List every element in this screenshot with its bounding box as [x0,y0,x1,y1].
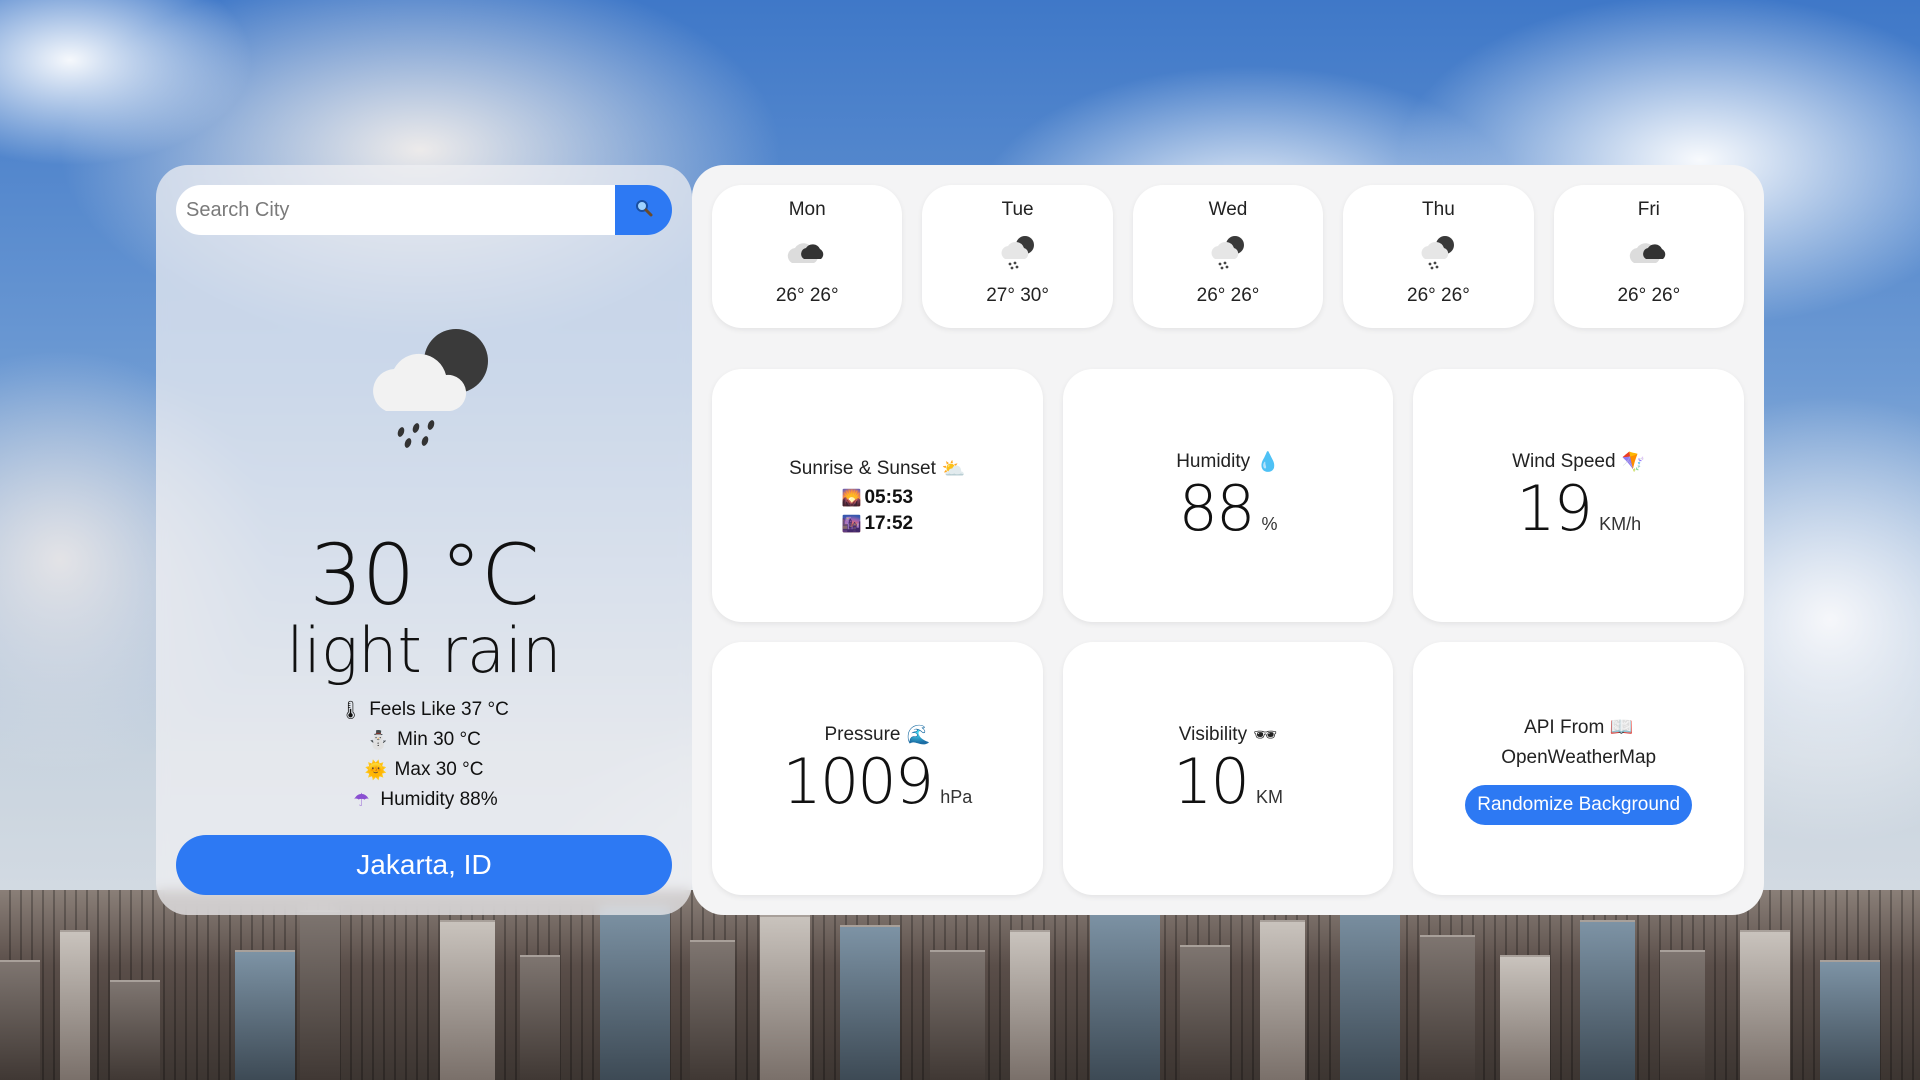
stat-title-text: Wind Speed [1512,450,1616,472]
visibility-card: Visibility 🕶 10 KM [1062,642,1394,895]
forecast-temps: 26° 26° [1196,285,1260,306]
humidity-text: Humidity 88% [380,789,498,810]
stat-title: Sunrise & Sunset ⛅ [789,457,965,481]
city-skyline [0,890,1920,1080]
forecast-card-tue: Tue 27° 30° [922,185,1113,328]
snowman-icon: ⛄ [367,729,390,750]
umbrella-icon: ☂ [353,789,370,810]
visibility-value: 10 [1173,744,1250,818]
search-bar [176,185,672,235]
forecast-card-thu: Thu 26° 26° [1343,185,1534,328]
forecast-card-mon: Mon 26° 26° [712,185,903,328]
api-from-text: API From [1524,716,1605,738]
api-credit-card: API From 📖 OpenWeatherMap Randomize Back… [1413,642,1744,895]
stats-grid: Sunrise & Sunset ⛅ 🌄 05:53 🌆 17:52 Humid… [712,369,1744,895]
sun-behind-cloud-icon: ⛅ [941,458,966,480]
forecast-temps: 27° 30° [986,285,1049,306]
weather-details-list: 🌡 Feels Like 37 °C ⛄ Min 30 °C 🌞 Max 30 … [156,698,692,812]
search-button[interactable] [615,185,672,235]
broken-clouds-icon [782,227,832,277]
stat-title: Wind Speed 🪁 [1512,450,1645,474]
humidity-card: Humidity 💧 88 % [1062,369,1394,622]
rain-night-icon [1203,227,1253,277]
droplet-icon: 💧 [1256,451,1280,473]
stat-value-row: 10 KM [1173,749,1283,814]
search-input[interactable] [176,185,615,235]
wind-speed-unit: KM/h [1599,513,1642,534]
feels-like-text: Feels Like 37 °C [369,699,509,720]
stat-value-row: 1009 hPa [782,749,972,814]
humidity-row: ☂ Humidity 88% [350,788,497,812]
stat-title-text: Humidity [1176,450,1251,472]
sunrise-sunset-card: Sunrise & Sunset ⛅ 🌄 05:53 🌆 17:52 [712,369,1043,622]
randomize-background-button[interactable]: Randomize Background [1465,784,1693,825]
stat-title: Pressure 🌊 [824,723,930,747]
wind-speed-card: Wind Speed 🪁 19 KM/h [1413,369,1744,622]
forecast-temps: 26° 26° [775,285,839,306]
forecast-row: Mon 26° 26° Tue 27° 30° Wed 26° 26° Thu [712,185,1745,328]
rain-night-icon [993,227,1043,277]
pressure-value: 1009 [782,744,934,818]
min-temp-row: ⛄ Min 30 °C [367,728,481,752]
stat-title-text: Sunrise & Sunset [789,457,936,479]
forecast-card-fri: Fri 26° 26° [1553,185,1745,328]
stat-title-text: Pressure [824,723,901,745]
book-icon: 📖 [1609,716,1634,738]
weather-description: light rain [286,614,562,687]
stat-title: Visibility 🕶 [1179,723,1277,747]
sunset-time: 17:52 [864,512,914,534]
sunset-row: 🌆 17:52 [842,513,914,535]
location-button[interactable]: Jakarta, ID [176,835,672,895]
api-from-line: API From 📖 [1524,713,1633,743]
forecast-temps: 26° 26° [1407,285,1470,306]
sunset-icon: 🌆 [841,515,862,533]
sunrise-time: 05:53 [864,486,914,508]
sun-icon: 🌞 [364,759,387,780]
rain-night-icon [1413,227,1463,277]
broken-clouds-icon [1624,227,1674,277]
forecast-temps: 26° 26° [1617,285,1681,306]
sunrise-row: 🌄 05:53 [842,487,914,509]
max-temp-row: 🌞 Max 30 °C [365,758,484,782]
feels-like-row: 🌡 Feels Like 37 °C [339,698,509,722]
search-icon [635,199,653,222]
pressure-unit: hPa [940,786,973,807]
kite-icon: 🪁 [1621,451,1646,473]
forecast-day: Tue [1001,199,1034,220]
forecast-day: Mon [788,199,826,220]
forecast-day: Wed [1208,199,1248,220]
sunrise-icon: 🌄 [841,489,862,507]
humidity-value: 88 [1178,471,1256,545]
current-weather-panel: 30 °C light rain 🌡 Feels Like 37 °C ⛄ Mi… [156,165,692,915]
humidity-unit: % [1261,513,1278,534]
rain-night-icon [356,315,506,465]
max-temp-text: Max 30 °C [394,759,484,780]
stat-title: Humidity 💧 [1176,450,1280,474]
forecast-day: Fri [1637,199,1660,220]
current-temperature: 30 °C [309,526,539,624]
forecast-card-wed: Wed 26° 26° [1132,185,1324,328]
stat-title-text: Visibility [1178,723,1248,745]
forecast-day: Thu [1422,199,1455,220]
forecast-panel: Mon 26° 26° Tue 27° 30° Wed 26° 26° Thu [692,165,1764,915]
wave-icon: 🌊 [906,724,931,746]
pressure-card: Pressure 🌊 1009 hPa [712,642,1043,895]
stat-value-row: 88 % [1179,476,1278,541]
api-provider-name: OpenWeatherMap [1501,746,1657,768]
min-temp-text: Min 30 °C [397,729,481,750]
thermometer-icon: 🌡 [339,699,363,720]
visibility-unit: KM [1255,786,1283,807]
wind-speed-value: 19 [1516,471,1593,545]
stat-value-row: 19 KM/h [1516,476,1641,541]
sunglasses-icon: 🕶 [1253,724,1278,746]
